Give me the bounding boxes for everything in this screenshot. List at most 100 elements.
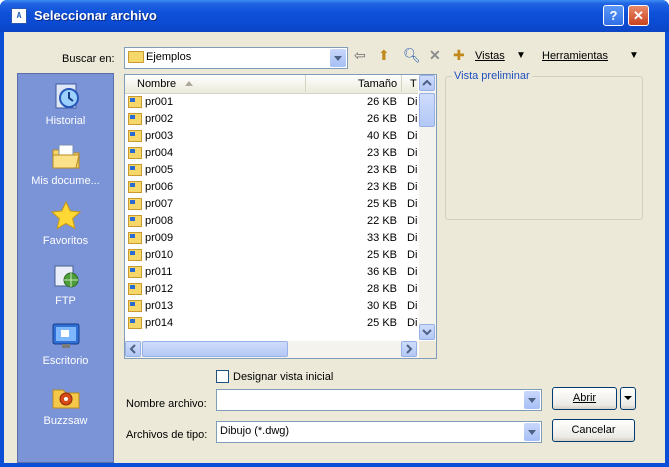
file-list[interactable]: Nombre Tamaño T pr001 26 KB Di pr002 26 KB Di… (124, 74, 437, 359)
dwg-file-icon (128, 113, 142, 125)
delete-icon[interactable]: ✕ (429, 47, 441, 64)
file-row[interactable]: pr002 26 KB Di (125, 111, 418, 128)
search-web-icon[interactable]: 🔍︎ (403, 47, 421, 64)
title-bar[interactable]: A Seleccionar archivo ? ✕ (0, 0, 669, 32)
initial-view-checkbox[interactable] (216, 370, 229, 383)
filetype-value: Dibujo (*.dwg) (220, 425, 290, 437)
column-header-size[interactable]: Tamaño (358, 78, 397, 90)
ftp-icon (54, 265, 78, 288)
file-row[interactable]: pr001 26 KB Di (125, 94, 418, 111)
file-type: Di (407, 181, 418, 193)
file-row[interactable]: pr009 33 KB Di (125, 230, 418, 247)
tools-menu[interactable]: Herramientas (542, 50, 608, 62)
file-size: 40 KB (367, 130, 397, 142)
file-type: Di (407, 300, 418, 312)
hscroll-thumb[interactable] (142, 341, 288, 357)
file-name: pr007 (145, 198, 174, 210)
dwg-file-icon (128, 130, 142, 142)
back-icon[interactable]: ⇦ (354, 47, 366, 64)
file-size: 25 KB (367, 249, 397, 261)
dialog-title: Seleccionar archivo (34, 8, 157, 23)
place-label: Escritorio (42, 355, 89, 367)
buzzsaw-icon (52, 389, 79, 409)
file-type: Di (407, 147, 418, 159)
dwg-file-icon (128, 147, 142, 159)
file-name: pr006 (145, 181, 174, 193)
scroll-left-icon[interactable] (125, 341, 141, 357)
open-button[interactable]: Abrir (552, 387, 617, 410)
place-mis-documentos[interactable]: Mis docume... (18, 140, 113, 187)
dwg-file-icon (128, 232, 142, 244)
file-type: Di (407, 266, 418, 278)
filename-input[interactable] (216, 389, 542, 411)
file-row[interactable]: pr007 25 KB Di (125, 196, 418, 213)
file-size: 26 KB (367, 96, 397, 108)
file-type: Di (407, 198, 418, 210)
filename-label: Nombre archivo: (126, 398, 207, 410)
scroll-thumb[interactable] (419, 93, 435, 127)
filetype-select[interactable]: Dibujo (*.dwg) (216, 421, 542, 443)
scroll-up-icon[interactable] (419, 75, 435, 91)
file-type: Di (407, 96, 418, 108)
dialog-window: A Seleccionar archivo ? ✕ Buscar en: Eje… (0, 0, 669, 467)
horizontal-scrollbar[interactable] (125, 341, 418, 358)
file-row[interactable]: pr003 40 KB Di (125, 128, 418, 145)
column-divider[interactable] (401, 75, 402, 92)
file-name: pr011 (145, 266, 173, 278)
dwg-file-icon (128, 181, 142, 193)
file-type: Di (407, 283, 418, 295)
file-row[interactable]: pr011 36 KB Di (125, 264, 418, 281)
filetype-label: Archivos de tipo: (126, 429, 208, 441)
place-favoritos[interactable]: Favoritos (18, 200, 113, 247)
place-ftp[interactable]: FTP (18, 260, 113, 307)
file-name: pr012 (145, 283, 174, 295)
file-size: 28 KB (367, 283, 397, 295)
tools-chevron-icon[interactable]: ▼ (629, 50, 639, 61)
file-type: Di (407, 113, 418, 125)
column-divider[interactable] (305, 75, 306, 92)
history-icon (55, 83, 79, 109)
lookin-combo[interactable]: Ejemplos (124, 47, 348, 69)
file-name: pr001 (145, 96, 174, 108)
file-row[interactable]: pr008 22 KB Di (125, 213, 418, 230)
place-historial[interactable]: Historial (18, 80, 113, 127)
column-header-type[interactable]: T (410, 78, 417, 90)
chevron-down-icon[interactable] (330, 49, 346, 67)
help-button[interactable]: ? (603, 5, 624, 26)
chevron-down-icon[interactable] (524, 423, 540, 441)
place-escritorio[interactable]: Escritorio (18, 320, 113, 367)
file-row[interactable]: pr014 25 KB Di (125, 315, 418, 332)
cancel-button[interactable]: Cancelar (552, 419, 635, 442)
file-row[interactable]: pr004 23 KB Di (125, 145, 418, 162)
dwg-file-icon (128, 300, 142, 312)
file-size: 23 KB (367, 147, 397, 159)
preview-panel: Vista preliminar (445, 70, 643, 220)
dialog-body: Buscar en: Ejemplos ⇦ ⬆ 🔍︎ ✕ ✚ Vistas ▼ … (4, 32, 665, 463)
scroll-down-icon[interactable] (419, 324, 435, 340)
file-row[interactable]: pr005 23 KB Di (125, 162, 418, 179)
open-options-button[interactable] (620, 387, 636, 410)
views-chevron-icon[interactable]: ▼ (516, 50, 526, 61)
views-menu[interactable]: Vistas (475, 50, 505, 62)
up-folder-icon[interactable]: ⬆ (378, 47, 390, 64)
place-buzzsaw[interactable]: Buzzsaw (18, 380, 113, 427)
place-label: Historial (45, 115, 86, 127)
lookin-value: Ejemplos (146, 51, 192, 63)
place-label: Favoritos (42, 235, 89, 247)
file-type: Di (407, 232, 418, 244)
file-row[interactable]: pr010 25 KB Di (125, 247, 418, 264)
new-folder-icon[interactable]: ✚ (453, 47, 465, 64)
file-row[interactable]: pr013 30 KB Di (125, 298, 418, 315)
scroll-corner (419, 341, 436, 358)
column-header-name[interactable]: Nombre (137, 78, 176, 90)
vertical-scrollbar[interactable] (419, 75, 436, 340)
file-row[interactable]: pr006 23 KB Di (125, 179, 418, 196)
preview-caption: Vista preliminar (452, 70, 532, 82)
chevron-down-icon[interactable] (524, 391, 540, 409)
file-type: Di (407, 317, 418, 329)
file-name: pr014 (145, 317, 174, 329)
file-row[interactable]: pr012 28 KB Di (125, 281, 418, 298)
scroll-right-icon[interactable] (401, 341, 417, 357)
favorites-icon (50, 200, 81, 230)
close-button[interactable]: ✕ (628, 5, 649, 26)
